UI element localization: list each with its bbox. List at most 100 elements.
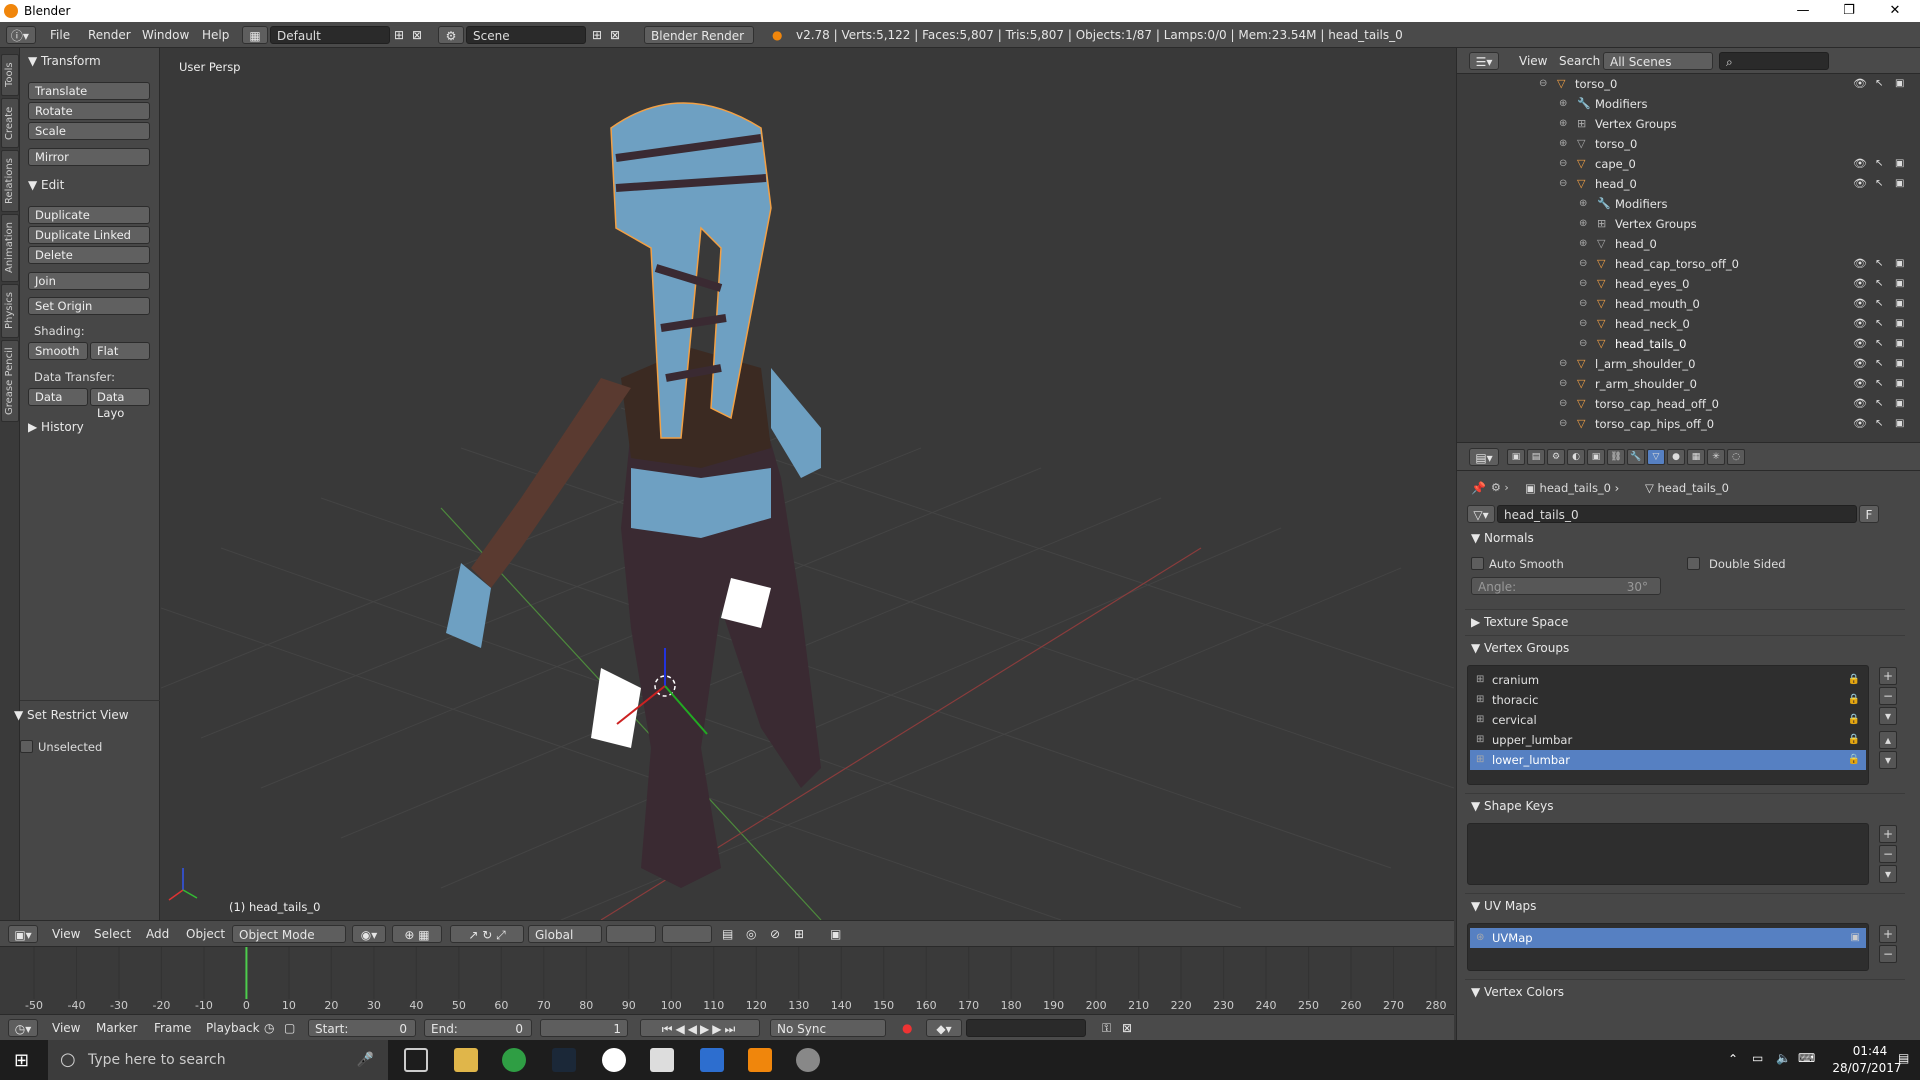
duplicate-linked-button[interactable]: Duplicate Linked (28, 226, 150, 244)
visibility-eye-icon[interactable]: 👁 (1853, 294, 1867, 314)
world-tab-icon[interactable]: ◐ (1567, 449, 1585, 465)
volume-icon[interactable]: 🔈 (1776, 1051, 1791, 1065)
visibility-eye-icon[interactable]: 👁 (1853, 74, 1867, 94)
taskbar-app-icon[interactable] (796, 1048, 820, 1072)
render-camera-icon[interactable]: ▣ (1895, 414, 1904, 434)
paint-net-icon[interactable] (700, 1048, 724, 1072)
remove-scene-icon[interactable]: ⊠ (608, 26, 622, 44)
shape-keys-list[interactable] (1467, 823, 1869, 885)
texture-space-header[interactable]: ▶ Texture Space (1471, 615, 1568, 629)
outliner-editor-icon[interactable]: ☰▾ (1469, 52, 1499, 70)
remove-layout-icon[interactable]: ⊠ (410, 26, 424, 44)
selectability-cursor-icon[interactable]: ↖ (1875, 294, 1883, 314)
visibility-eye-icon[interactable]: 👁 (1853, 334, 1867, 354)
tl-menu-frame[interactable]: Frame (148, 1019, 197, 1037)
scene-filter-select[interactable]: All Scenes (1603, 52, 1713, 70)
expand-toggle-icon[interactable]: ⊖ (1539, 74, 1547, 94)
expand-toggle-icon[interactable]: ⊖ (1579, 314, 1587, 334)
outliner-row[interactable]: ⊖ ▽ head_0 👁 ↖ ▣ (1457, 174, 1920, 194)
menu-view[interactable]: View (46, 925, 86, 943)
expand-toggle-icon[interactable]: ⊖ (1559, 414, 1567, 434)
file-explorer-icon[interactable] (454, 1048, 478, 1072)
render-layers-tab-icon[interactable]: ▤ (1527, 449, 1545, 465)
visibility-eye-icon[interactable]: 👁 (1853, 354, 1867, 374)
visibility-eye-icon[interactable]: 👁 (1853, 154, 1867, 174)
lock-icon[interactable]: 🔒 (1848, 710, 1860, 730)
render-camera-icon[interactable]: ▣ (1895, 274, 1904, 294)
outliner-menu-search[interactable]: Search (1553, 52, 1606, 70)
menu-render[interactable]: Render (82, 26, 137, 44)
vertex-colors-header[interactable]: ▼ Vertex Colors (1471, 985, 1564, 999)
visibility-eye-icon[interactable]: 👁 (1853, 174, 1867, 194)
move-up-button[interactable]: ▴ (1879, 731, 1897, 749)
render-camera-icon[interactable]: ▣ (1895, 154, 1904, 174)
set-origin-select[interactable]: Set Origin (28, 297, 150, 315)
store-icon[interactable] (650, 1048, 674, 1072)
remove-vertex-group-button[interactable]: − (1879, 687, 1897, 705)
delete-key-icon[interactable]: ⊠ (1120, 1019, 1134, 1037)
object-tab-icon[interactable]: ▣ (1587, 449, 1605, 465)
pin-icon[interactable]: 📌 (1471, 481, 1486, 495)
expand-toggle-icon[interactable]: ⊖ (1579, 254, 1587, 274)
outliner-row[interactable]: ⊖ ▽ cape_0 👁 ↖ ▣ (1457, 154, 1920, 174)
visibility-eye-icon[interactable]: 👁 (1853, 414, 1867, 434)
normals-header[interactable]: ▼ Normals (1471, 531, 1534, 545)
keying-icon[interactable]: ◆▾ (926, 1019, 962, 1037)
selectability-cursor-icon[interactable]: ↖ (1875, 254, 1883, 274)
outliner-row[interactable]: ⊖ ▽ torso_cap_hips_off_0 👁 ↖ ▣ (1457, 414, 1920, 434)
blender-taskbar-icon[interactable] (748, 1048, 772, 1072)
tab-physics[interactable]: Physics (1, 284, 19, 338)
tl-menu-marker[interactable]: Marker (90, 1019, 143, 1037)
data-tab-icon[interactable]: ▽ (1647, 449, 1665, 465)
vertex-groups-header[interactable]: ▼ Vertex Groups (1471, 641, 1569, 655)
flat-button[interactable]: Flat (90, 342, 150, 360)
vertex-group-row[interactable]: ⊞ cervical 🔒 (1470, 710, 1866, 730)
menu-object[interactable]: Object (180, 925, 231, 943)
menu-file[interactable]: File (44, 26, 76, 44)
outliner-row[interactable]: ⊕ 🔧 Modifiers (1457, 194, 1920, 214)
outliner-row[interactable]: ⊖ ▽ head_eyes_0 👁 ↖ ▣ (1457, 274, 1920, 294)
outliner-row[interactable]: ⊖ ▽ torso_0 👁 ↖ ▣ (1457, 74, 1920, 94)
expand-toggle-icon[interactable]: ⊖ (1559, 154, 1567, 174)
keying-set-field[interactable] (966, 1019, 1086, 1037)
snap-element-icon[interactable]: ⊞ (792, 925, 806, 943)
tab-animation[interactable]: Animation (1, 214, 19, 282)
outliner-row[interactable]: ⊕ ⊞ Vertex Groups (1457, 114, 1920, 134)
texture-tab-icon[interactable]: ▦ (1687, 449, 1705, 465)
remove-uv-map-button[interactable]: − (1879, 945, 1897, 963)
scene-field[interactable]: Scene (466, 26, 586, 44)
render-camera-icon[interactable]: ▣ (1895, 254, 1904, 274)
shape-key-specials-button[interactable]: ▾ (1879, 865, 1897, 883)
render-camera-icon[interactable]: ▣ (1895, 74, 1904, 94)
uv-map-row[interactable]: ⊛ UVMap ▣ (1470, 928, 1866, 948)
outliner-row[interactable]: ⊖ ▽ head_mouth_0 👁 ↖ ▣ (1457, 294, 1920, 314)
editor-type-icon[interactable]: ▣▾ (8, 925, 38, 943)
close-button[interactable]: ✕ (1872, 0, 1918, 22)
tab-grease-pencil[interactable]: Grease Pencil (1, 340, 19, 422)
render-camera-icon[interactable]: ▣ (1895, 334, 1904, 354)
physics-tab-icon[interactable]: ◌ (1727, 449, 1745, 465)
add-shape-key-button[interactable]: + (1879, 825, 1897, 843)
selectability-cursor-icon[interactable]: ↖ (1875, 374, 1883, 394)
lock-icon[interactable]: 🔒 (1848, 670, 1860, 690)
expand-toggle-icon[interactable]: ⊖ (1579, 274, 1587, 294)
vertex-group-row[interactable]: ⊞ upper_lumbar 🔒 (1470, 730, 1866, 750)
uv-maps-header[interactable]: ▼ UV Maps (1471, 899, 1536, 913)
remove-shape-key-button[interactable]: − (1879, 845, 1897, 863)
outliner-row[interactable]: ⊕ ⊞ Vertex Groups (1457, 214, 1920, 234)
history-panel-header[interactable]: ▶ History (28, 420, 84, 434)
taskbar-search-input[interactable]: ○ Type here to search 🎤 (48, 1040, 388, 1080)
character-model[interactable] (446, 102, 821, 888)
keyboard-icon[interactable]: ⌨ (1798, 1051, 1815, 1065)
3d-viewport[interactable]: User Persp (1) head_tails_0 (161, 48, 1454, 920)
vertex-group-specials-button[interactable]: ▾ (1879, 707, 1897, 725)
selectability-cursor-icon[interactable]: ↖ (1875, 274, 1883, 294)
expand-toggle-icon[interactable]: ⊖ (1559, 394, 1567, 414)
lock-layers-icon[interactable]: ▤ (720, 925, 735, 943)
outliner-menu-view[interactable]: View (1513, 52, 1553, 70)
render-camera-icon[interactable]: ▣ (1895, 174, 1904, 194)
fake-user-button[interactable]: F (1859, 505, 1879, 523)
properties-editor-icon[interactable]: ▤▾ (1469, 448, 1499, 466)
scene-tab-icon[interactable]: ⚙ (1547, 449, 1565, 465)
join-button[interactable]: Join (28, 272, 150, 290)
